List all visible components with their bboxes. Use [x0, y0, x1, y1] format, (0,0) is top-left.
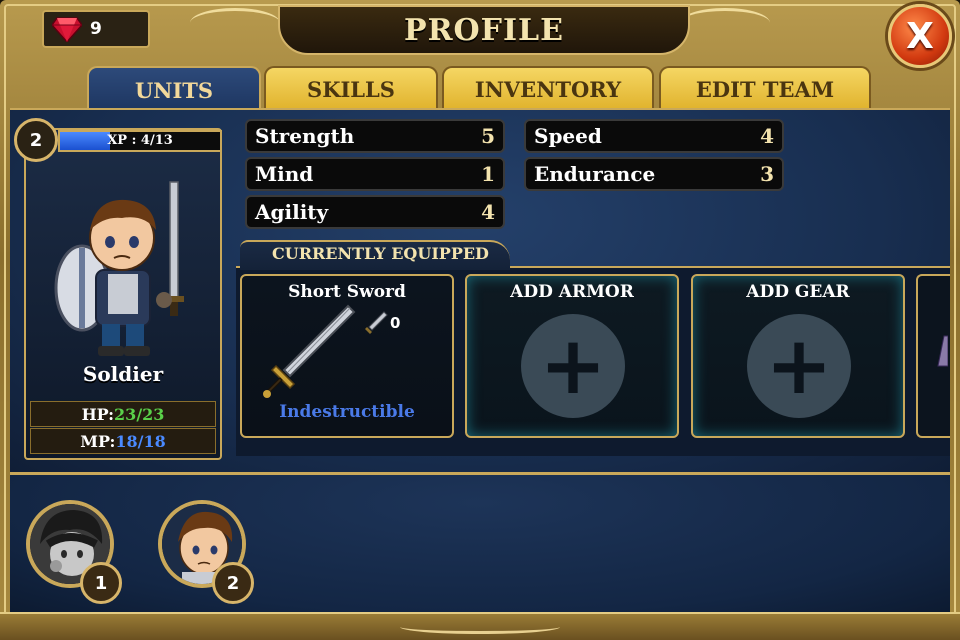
close-icon: X — [906, 15, 934, 57]
xp-text: XP : 4/13 — [107, 133, 173, 148]
ornament-right — [680, 8, 770, 38]
roster-unit-1[interactable]: 1 — [26, 486, 130, 604]
roster-unit-2[interactable]: 2 — [158, 486, 262, 604]
page-title: PROFILE — [404, 12, 564, 48]
attribute-speed: Speed 4 — [524, 119, 784, 153]
bottom-trim — [0, 612, 960, 640]
attribute-value: 4 — [760, 124, 774, 148]
hp-value: 23/23 — [114, 404, 165, 424]
mp-row: MP: 18/18 — [30, 428, 216, 454]
add-gear-slot[interactable]: ADD GEAR + — [691, 274, 905, 438]
bottom-ornament — [400, 620, 560, 634]
gem-counter: 9 — [42, 10, 150, 48]
weapon-status: Indestructible — [279, 402, 415, 422]
extra-slot-partial[interactable] — [916, 274, 950, 438]
attribute-label: Strength — [255, 124, 355, 148]
add-gear-plus-icon: + — [747, 314, 851, 418]
mp-label: MP: — [80, 431, 116, 451]
tab-units[interactable]: UNITS — [87, 66, 261, 112]
xp-bar: XP : 4/13 — [58, 130, 222, 152]
plus-icon: + — [539, 319, 607, 412]
short-sword-icon — [263, 304, 356, 398]
attribute-value: 1 — [481, 162, 495, 186]
add-armor-slot[interactable]: ADD ARMOR + — [465, 274, 679, 438]
durability-sword-icon — [365, 311, 388, 334]
attribute-label: Agility — [255, 200, 329, 224]
hp-row: HP: 23/23 — [30, 401, 216, 427]
attribute-value: 5 — [481, 124, 495, 148]
roster-number: 1 — [80, 562, 122, 604]
weapon-durability: 0 — [390, 314, 401, 332]
equipment-title: CURRENTLY EQUIPPED — [272, 244, 489, 263]
partial-item-icon — [937, 335, 949, 367]
plus-icon: + — [765, 319, 833, 412]
level-badge: 2 — [14, 118, 58, 162]
mp-value: 18/18 — [115, 431, 166, 451]
tab-skills[interactable]: SKILLS — [264, 66, 438, 110]
title-plate: PROFILE — [278, 5, 690, 55]
attribute-endurance: Endurance 3 — [524, 157, 784, 191]
attribute-strength: Strength 5 — [245, 119, 505, 153]
gem-count: 9 — [90, 19, 102, 39]
roster-number: 2 — [212, 562, 254, 604]
attribute-value: 4 — [481, 200, 495, 224]
gear-slot-label: ADD GEAR — [746, 282, 850, 302]
attribute-value: 3 — [760, 162, 774, 186]
ruby-gem-icon — [52, 17, 82, 42]
tab-edit-team[interactable]: EDIT TEAM — [659, 66, 871, 110]
attribute-label: Endurance — [534, 162, 656, 186]
tab-inventory[interactable]: INVENTORY — [442, 66, 654, 110]
ornament-left — [190, 8, 280, 38]
attribute-agility: Agility 4 — [245, 195, 505, 229]
add-armor-plus-icon: + — [521, 314, 625, 418]
soldier-portrait — [54, 181, 184, 356]
attribute-label: Speed — [534, 124, 602, 148]
weapon-slot[interactable]: Short Sword 0 Indestructible — [240, 274, 454, 438]
roster-panel — [10, 475, 950, 615]
armor-slot-label: ADD ARMOR — [510, 282, 634, 302]
close-button[interactable]: X — [888, 4, 952, 68]
attribute-mind: Mind 1 — [245, 157, 505, 191]
hp-label: HP: — [81, 404, 115, 424]
unit-name: Soldier — [82, 362, 164, 386]
weapon-name: Short Sword — [288, 282, 406, 302]
attribute-label: Mind — [255, 162, 314, 186]
